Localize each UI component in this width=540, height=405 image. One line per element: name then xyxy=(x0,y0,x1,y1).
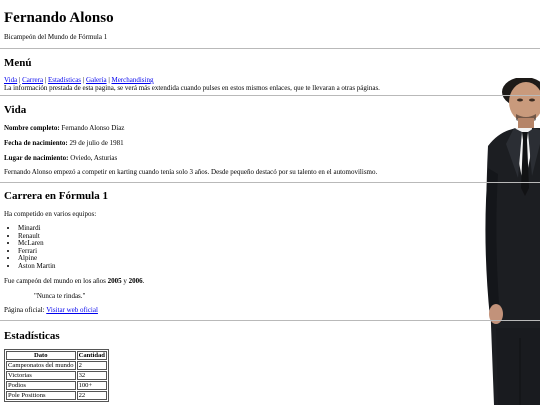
menu-link-merchandising[interactable]: Merchandising xyxy=(111,76,153,84)
table-cell: 32 xyxy=(76,371,107,380)
menu-link-galeria[interactable]: Galería xyxy=(86,76,107,84)
table-cell: Podios xyxy=(6,381,76,390)
table-header-row: Dato Cantidad xyxy=(6,351,107,360)
field-label: Fecha de nacimiento: xyxy=(4,139,68,147)
field-value: Fernando Alonso Díaz xyxy=(61,124,125,132)
table-cell: 100+ xyxy=(76,381,107,390)
column-header: Cantidad xyxy=(76,351,107,360)
table-row: Podios 100+ xyxy=(6,381,107,390)
conjunction: y xyxy=(121,277,129,285)
menu-heading: Menú xyxy=(4,57,32,69)
period: . xyxy=(142,277,145,285)
vida-bio: Fernando Alonso empezó a competir en kar… xyxy=(4,168,378,176)
official-page: Página oficial: Visitar web oficial xyxy=(4,306,98,315)
column-header: Dato xyxy=(6,351,76,360)
field-label: Lugar de nacimiento: xyxy=(4,154,69,162)
table-cell: Pole Positions xyxy=(6,391,76,400)
table-cell: Victorias xyxy=(6,371,76,380)
field-value: 29 de julio de 1981 xyxy=(69,139,124,147)
divider xyxy=(0,320,540,321)
stats-table: Dato Cantidad Campeonatos del mundo 2 Vi… xyxy=(4,349,109,402)
table-row: Victorias 32 xyxy=(6,371,107,380)
carrera-heading: Carrera en Fórmula 1 xyxy=(4,190,108,202)
menu-link-vida[interactable]: Vida xyxy=(4,76,17,84)
estadisticas-heading: Estadísticas xyxy=(4,330,60,342)
vida-field-birthplace: Lugar de nacimiento: Oviedo, Asturias xyxy=(4,154,117,163)
teams-list: Minardi Renault McLaren Ferrari Alpine A… xyxy=(4,224,56,271)
table-row: Pole Positions 22 xyxy=(6,391,107,400)
table-cell: 2 xyxy=(76,361,107,370)
divider xyxy=(0,48,540,49)
table-row: Campeonatos del mundo 2 xyxy=(6,361,107,370)
driver-photo xyxy=(480,78,540,405)
vida-field-birthdate: Fecha de nacimiento: 29 de julio de 1981 xyxy=(4,139,124,148)
table-cell: Campeonatos del mundo xyxy=(6,361,76,370)
menu-note: La información prestada de esta pagina, … xyxy=(4,84,380,92)
table-cell: 22 xyxy=(76,391,107,400)
menu-link-estadisticas[interactable]: Estadísticas xyxy=(48,76,81,84)
vida-field-name: Nombre completo: Fernando Alonso Díaz xyxy=(4,124,124,133)
official-label: Página oficial: xyxy=(4,306,47,314)
official-site-link[interactable]: Visitar web oficial xyxy=(46,306,98,314)
field-value: Oviedo, Asturias xyxy=(70,154,118,162)
champion-year: 2006 xyxy=(128,277,143,285)
list-item: Aston Martin xyxy=(18,262,56,271)
carrera-intro: Ha competido en varios equipos: xyxy=(4,210,97,218)
champion-prefix: Fue campeón del mundo en los años xyxy=(4,277,108,285)
page-subtitle: Bicampeón del Mundo de Fórmula 1 xyxy=(4,33,108,41)
page-title: Fernando Alonso xyxy=(4,10,114,26)
vida-heading: Vida xyxy=(4,104,27,116)
champion-text: Fue campeón del mundo en los años 2005 y… xyxy=(4,277,144,286)
field-label: Nombre completo: xyxy=(4,124,60,132)
champion-year: 2005 xyxy=(107,277,122,285)
menu-link-carrera[interactable]: Carrera xyxy=(22,76,43,84)
divider xyxy=(0,95,540,96)
divider xyxy=(0,182,540,183)
quote: "Nunca te rindas." xyxy=(34,292,86,300)
page: Fernando Alonso Bicampeón del Mundo de F… xyxy=(0,0,540,405)
